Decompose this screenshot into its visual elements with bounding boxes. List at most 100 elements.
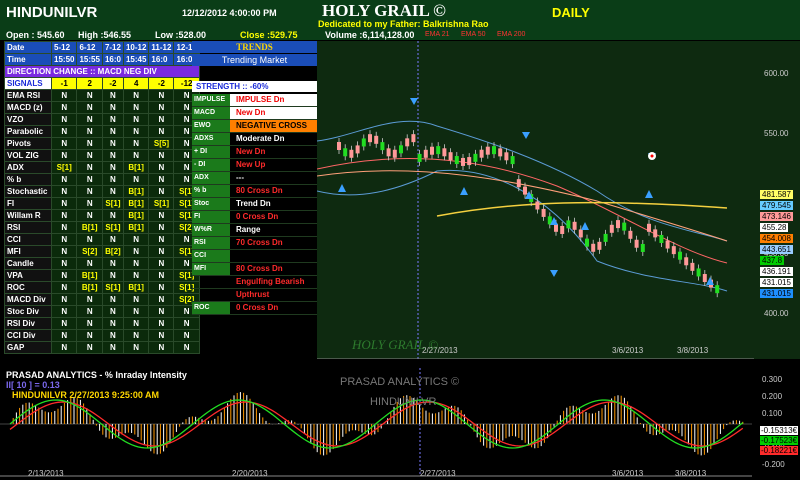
signal-cell: N: [76, 89, 103, 102]
candle-body: [665, 240, 670, 249]
y-tick-label: 0.200: [762, 392, 783, 401]
candle-body: [411, 134, 416, 143]
panel-key: W%R: [192, 224, 230, 236]
signal-cell: N: [101, 161, 124, 174]
signal-cell: N: [50, 113, 78, 126]
ema200-line: [436, 201, 728, 217]
signal-cell: N: [101, 89, 124, 102]
candle-body: [591, 243, 596, 252]
indicator-row: CCI N N N N N N: [4, 233, 200, 246]
upper-band: [317, 120, 728, 242]
signal-cell: N: [148, 269, 175, 282]
signal-value: -2: [101, 77, 124, 90]
buy-arrow: [645, 190, 653, 198]
price-tag: 437.8: [760, 256, 785, 265]
candle-body: [380, 142, 385, 151]
signal-cell: N: [101, 125, 124, 138]
signal-cell: N: [148, 257, 175, 270]
price-chart-svg: 2/20/20132/27/20133/6/20133/8/2013: [317, 41, 754, 359]
candle-body: [535, 201, 540, 210]
ema21-line: [317, 158, 728, 264]
indicator-row: ADX S[1] N N B[1] N N: [4, 161, 200, 174]
panel-key: EWO: [192, 120, 230, 132]
candle-body: [337, 142, 341, 150]
trends-title: TRENDS: [192, 41, 317, 53]
time-cell: 16:0: [101, 53, 124, 66]
indicator-row: RSI Div N N N N N N: [4, 317, 200, 330]
strength-label: STRENGTH :: -60%: [192, 81, 317, 92]
indicator-label: FI: [4, 197, 52, 210]
signal-cell: N: [101, 233, 124, 246]
signal-cell: N: [148, 173, 175, 186]
signal-cell: N: [50, 233, 78, 246]
signal-dot-center: [650, 154, 654, 158]
low-value: Low :528.00: [155, 30, 207, 40]
candle-body: [349, 149, 354, 158]
indicator-label: Candle: [4, 257, 52, 270]
signal-cell: B[1]: [122, 161, 150, 174]
candle-body: [467, 157, 472, 166]
app-title: HOLY GRAIL ©: [322, 1, 446, 20]
header-bar: HINDUNILVR 12/12/2012 4:00:00 PM HOLY GR…: [0, 0, 800, 30]
chart-watermark: HOLY GRAIL ©: [352, 337, 438, 352]
signal-cell: N: [50, 89, 78, 102]
candle-body: [399, 145, 403, 154]
price-chart[interactable]: 2/20/20132/27/20133/6/20133/8/2013 HOLY …: [317, 41, 754, 359]
signal-cell: N: [148, 101, 175, 114]
signal-cell: N: [50, 281, 78, 294]
indicator-label: RSI Div: [4, 317, 52, 330]
direction-change-text: DIRECTION CHANGE :: MACD NEG DIV: [4, 65, 200, 78]
intraday-intensity-panel[interactable]: 2/13/2013 2/20/2013 2/27/2013 3/6/2013 3/8/2…: [0, 368, 800, 480]
signal-cell: N: [148, 281, 175, 294]
signal-cell: N: [50, 269, 78, 282]
panel-row: ADX ---: [192, 172, 317, 185]
indicator-label: Stochastic: [4, 185, 52, 198]
time-cell: 15:45: [122, 53, 150, 66]
indicator-row: VOL ZIG N N N N N N: [4, 149, 200, 162]
signal-cell: N: [50, 245, 78, 258]
panel-key: ADX: [192, 172, 230, 184]
signal-cell: S[1]: [50, 161, 78, 174]
signal-cell: N: [76, 317, 103, 330]
price-tag: 454.008: [760, 234, 793, 243]
candle-body: [678, 251, 682, 260]
candle-body: [436, 146, 441, 155]
price-y-axis: 600.00550.00500.00450.00400.00481.587479…: [754, 41, 800, 359]
panel-value: IMPULSE Dn: [230, 94, 317, 106]
candle-body: [597, 241, 602, 250]
indicator-label: GAP: [4, 341, 52, 354]
signal-cell: N: [122, 317, 150, 330]
indicator-row: Willam R N N N B[1] N S[1]: [4, 209, 200, 222]
candle-body: [702, 274, 707, 283]
signal-cell: N: [173, 317, 200, 330]
time-label: Time: [4, 53, 52, 66]
x-tick-label: 3/8/2013: [675, 469, 707, 478]
candle-body: [696, 268, 701, 277]
indicator-label: RSI: [4, 221, 52, 234]
signal-cell: S[1]: [101, 221, 124, 234]
lower-watermark-symbol: HINDUNILVR: [370, 396, 437, 408]
signal-cell: N: [50, 149, 78, 162]
panel-value: Range: [236, 225, 261, 234]
candle-body: [622, 222, 627, 231]
lower-watermark: PRASAD ANALYTICS ©: [340, 376, 460, 388]
signal-cell: N: [101, 341, 124, 354]
open-value: Open : 545.60: [6, 30, 65, 40]
candle-body: [510, 156, 515, 165]
signal-cell: N: [148, 125, 175, 138]
signal-cell: N: [76, 209, 103, 222]
candle-body: [671, 246, 676, 255]
signal-cell: N: [173, 341, 200, 354]
candle-body: [603, 233, 608, 242]
candle-body: [578, 229, 583, 238]
indicator-label: MFI: [4, 245, 52, 258]
high-value: High :546.55: [78, 30, 132, 40]
panel-row: + DI New Dn: [192, 146, 317, 159]
y-tick-label: 0.100: [762, 409, 783, 418]
time-cell: 15:55: [76, 53, 103, 66]
panel-row: IMPULSE IMPULSE Dn: [192, 94, 317, 107]
candle-body: [647, 223, 651, 232]
price-tag: 436.191: [760, 267, 793, 276]
ohlc-bar: Open : 545.60 High :546.55 Low :528.00 C…: [0, 30, 800, 40]
panel-value: 0 Cross Dn: [236, 212, 279, 221]
